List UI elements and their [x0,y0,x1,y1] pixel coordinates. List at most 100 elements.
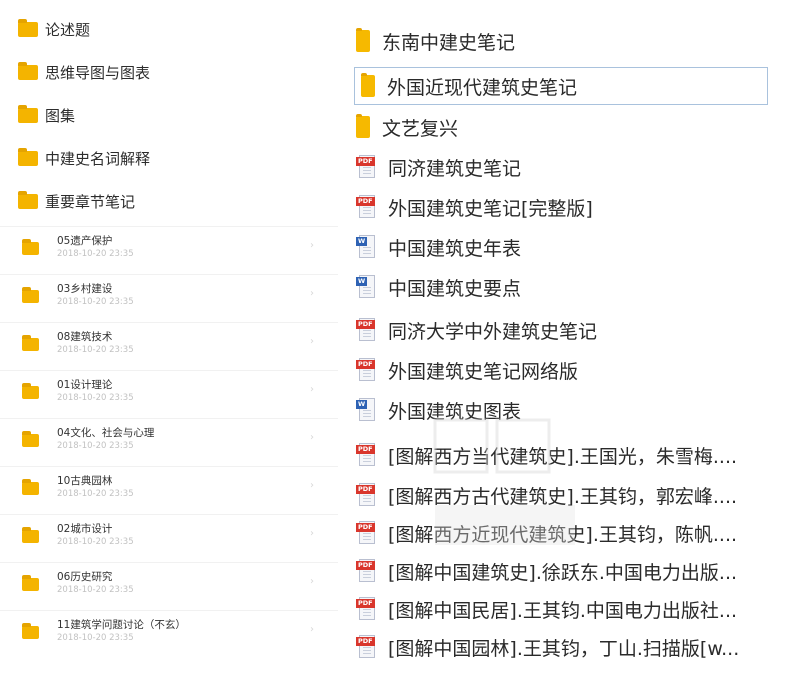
item-name: 08建筑技术 [57,331,113,343]
pdf-file-icon: PDF [356,358,376,382]
pdf-file-icon: PDF [356,635,376,659]
list-item[interactable]: 10古典园林 2018-10-20 23:35 › [0,466,338,513]
pdf-file-icon: PDF [356,521,376,545]
folder-name: 论述题 [45,20,91,39]
folder-icon [22,431,39,447]
file-row[interactable]: PDF 外国建筑史笔记网络版 [356,353,578,387]
chevron-right-icon: › [310,336,314,347]
file-name: 外国近现代建筑史笔记 [387,76,578,99]
folder-row[interactable]: 思维导图与图表 [18,57,150,87]
list-item[interactable]: 01设计理论 2018-10-20 23:35 › [0,370,338,417]
folder-name: 中建史名词解释 [45,149,151,168]
file-row[interactable]: PDF [图解中国民居].王其钧.中国电力出版社... [356,592,737,626]
folder-name: 思维导图与图表 [45,63,151,82]
item-name: 01设计理论 [57,379,113,391]
chevron-right-icon: › [310,528,314,539]
folder-row[interactable]: 重要章节笔记 [18,186,135,216]
file-row[interactable]: 文艺复兴 [356,110,458,144]
chevron-right-icon: › [310,288,314,299]
file-row[interactable]: PDF [图解中国园林].王其钧，丁山.扫描版[w... [356,630,739,664]
chevron-right-icon: › [310,576,314,587]
pdf-file-icon: PDF [356,195,376,219]
folder-icon [22,527,39,543]
chevron-right-icon: › [310,384,314,395]
item-timestamp: 2018-10-20 23:35 [57,297,134,307]
file-row[interactable]: W 中国建筑史要点 [356,270,521,304]
folder-icon [22,335,39,351]
file-name: [图解西方古代建筑史].王其钧，郭宏峰.... [388,485,738,508]
folder-icon [22,479,39,495]
item-name: 10古典园林 [57,475,113,487]
folder-icon [18,61,38,80]
file-row[interactable]: PDF [图解中国建筑史].徐跃东.中国电力出版... [356,554,737,588]
folder-row[interactable]: 图集 [18,100,75,130]
file-row[interactable]: W 外国建筑史图表 [356,393,521,427]
folder-icon [18,18,38,37]
pdf-file-icon: PDF [356,318,376,342]
item-timestamp: 2018-10-20 23:35 [57,537,134,547]
file-name: [图解中国民居].王其钧.中国电力出版社... [388,599,738,622]
folder-row[interactable]: 论述题 [18,14,90,44]
folder-icon [361,73,375,97]
file-row[interactable]: PDF [图解西方近现代建筑史].王其钧，陈帆.... [356,516,737,550]
folder-icon [18,190,38,209]
pdf-file-icon: PDF [356,483,376,507]
file-name: 同济大学中外建筑史笔记 [388,320,598,343]
folder-icon [22,623,39,639]
folder-icon [22,575,39,591]
chevron-right-icon: › [310,480,314,491]
item-name: 02城市设计 [57,523,113,535]
file-name: [图解中国建筑史].徐跃东.中国电力出版... [388,561,738,584]
item-name: 06历史研究 [57,571,113,583]
file-row[interactable]: PDF [图解西方古代建筑史].王其钧，郭宏峰.... [356,478,737,512]
item-timestamp: 2018-10-20 23:35 [57,441,134,451]
file-row[interactable]: PDF 同济建筑史笔记 [356,150,521,184]
file-name: 外国建筑史笔记网络版 [388,360,579,383]
chevron-right-icon: › [310,432,314,443]
file-name: 东南中建史笔记 [382,31,516,54]
pdf-file-icon: PDF [356,155,376,179]
file-name: 同济建筑史笔记 [388,157,522,180]
left-file-pane: 论述题 思维导图与图表 图集 中建史名词解释 重要章节笔记 05遗产保护 201… [0,0,338,677]
file-row-selected[interactable]: 外国近现代建筑史笔记 [354,67,768,105]
file-row[interactable]: PDF 同济大学中外建筑史笔记 [356,313,597,347]
file-name: 中国建筑史年表 [388,237,522,260]
item-timestamp: 2018-10-20 23:35 [57,249,134,259]
folder-row[interactable]: 中建史名词解释 [18,143,150,173]
item-timestamp: 2018-10-20 23:35 [57,345,134,355]
list-item[interactable]: 06历史研究 2018-10-20 23:35 › [0,562,338,609]
file-row[interactable]: 东南中建史笔记 [356,24,515,58]
word-file-icon: W [356,275,376,299]
folder-icon [356,114,370,138]
list-item[interactable]: 11建筑学问题讨论（不玄） 2018-10-20 23:35 › [0,610,338,657]
list-item[interactable]: 04文化、社会与心理 2018-10-20 23:35 › [0,418,338,465]
file-name: [图解西方当代建筑史].王国光，朱雪梅.... [388,445,738,468]
item-timestamp: 2018-10-20 23:35 [57,393,134,403]
file-row[interactable]: PDF [图解西方当代建筑史].王国光，朱雪梅.... [356,438,737,472]
item-timestamp: 2018-10-20 23:35 [57,489,134,499]
list-item[interactable]: 03乡村建设 2018-10-20 23:35 › [0,274,338,321]
item-timestamp: 2018-10-20 23:35 [57,633,134,643]
word-file-icon: W [356,235,376,259]
pdf-file-icon: PDF [356,559,376,583]
item-name: 05遗产保护 [57,235,113,247]
right-file-pane: 东南中建史笔记 外国近现代建筑史笔记 文艺复兴 PDF 同济建筑史笔记 PDF … [342,0,792,677]
file-name: 中国建筑史要点 [388,277,522,300]
file-name: 外国建筑史笔记[完整版] [388,197,593,220]
file-row[interactable]: W 中国建筑史年表 [356,230,521,264]
word-file-icon: W [356,398,376,422]
list-item[interactable]: 05遗产保护 2018-10-20 23:35 › [0,226,338,273]
file-name: 外国建筑史图表 [388,400,522,423]
folder-name: 图集 [45,106,76,125]
item-name: 04文化、社会与心理 [57,427,155,439]
file-name: [图解中国园林].王其钧，丁山.扫描版[w... [388,637,740,660]
folder-icon [18,147,38,166]
list-item[interactable]: 08建筑技术 2018-10-20 23:35 › [0,322,338,369]
folder-icon [22,239,39,255]
item-name: 11建筑学问题讨论（不玄） [57,619,186,631]
file-row[interactable]: PDF 外国建筑史笔记[完整版] [356,190,593,224]
list-item[interactable]: 02城市设计 2018-10-20 23:35 › [0,514,338,561]
folder-icon [18,104,38,123]
item-name: 03乡村建设 [57,283,113,295]
file-name: 文艺复兴 [382,117,459,140]
